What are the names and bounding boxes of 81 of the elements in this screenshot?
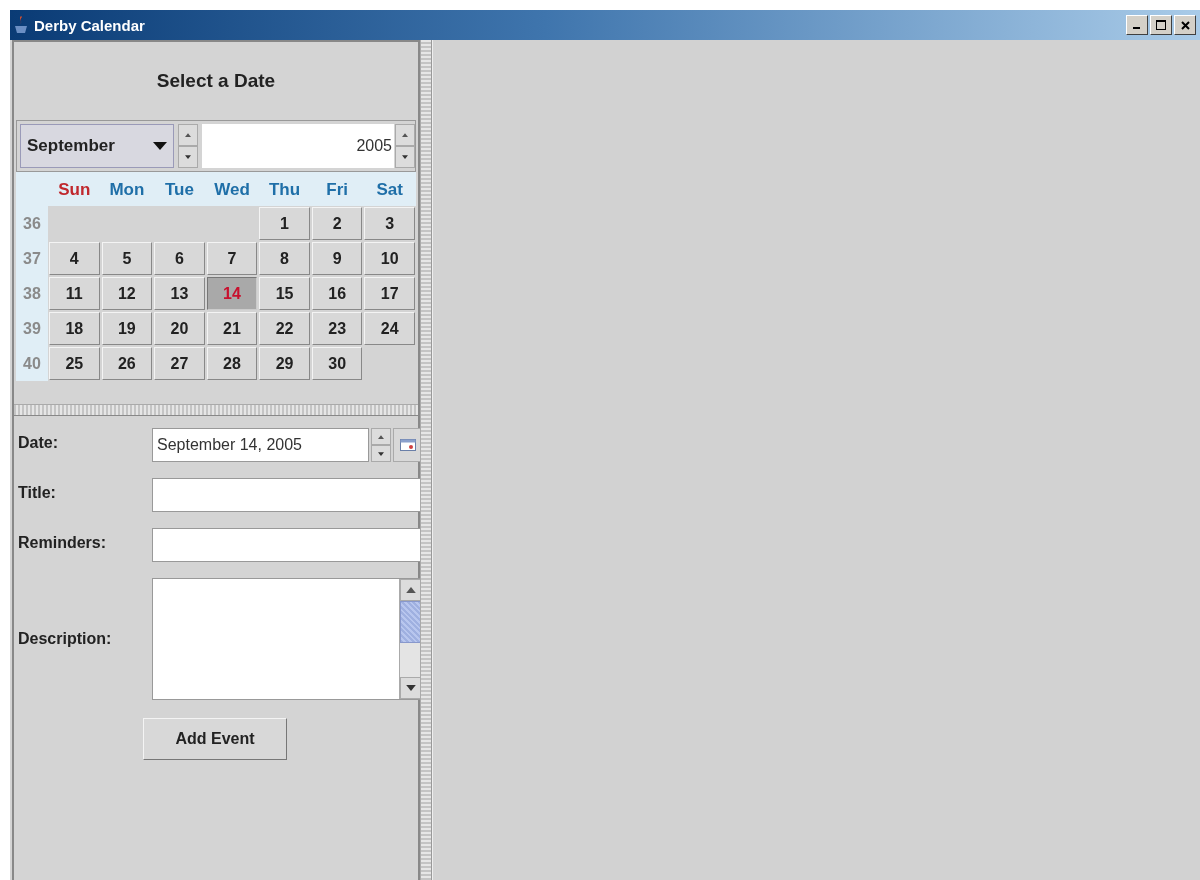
day-button[interactable]: 28 [206,347,258,380]
day-button[interactable]: 4 [49,242,100,275]
description-field[interactable] [152,578,423,700]
text-field[interactable] [152,528,423,562]
close-icon [1180,20,1190,30]
field-label: Reminders: [18,533,108,552]
day-button[interactable]: 7 [206,242,258,275]
field-label: Date: [18,433,59,452]
up-arrow-icon [185,133,191,137]
day-button[interactable]: 27 [154,347,205,380]
day-button[interactable]: 10 [364,242,415,275]
day-button[interactable]: 25 [49,347,100,380]
day-button[interactable]: 20 [154,312,205,345]
day-button[interactable]: 1 [259,207,310,240]
up-arrow-icon [406,587,416,593]
day-button[interactable]: 24 [364,312,415,345]
day-button[interactable]: 3 [364,207,415,240]
text-field[interactable] [152,478,423,512]
day-button[interactable]: 18 [49,312,100,345]
day-button[interactable]: 29 [259,347,310,380]
year-field[interactable]: 2005 [202,124,394,168]
day-button[interactable]: 15 [259,277,310,310]
week-number: 38 [16,276,48,311]
weekday-label: Sun [48,172,101,206]
day-button[interactable]: 5 [101,242,153,275]
maximize-icon [1156,20,1166,30]
caret-icon [153,142,167,150]
spin-down-button[interactable] [178,146,198,168]
day-button[interactable]: 8 [259,242,310,275]
weekday-label: Fri [310,172,364,206]
day-button[interactable]: 26 [101,347,153,380]
day-button[interactable]: 2 [311,207,363,240]
add-event-button[interactable]: Add Event [143,718,287,760]
maximize-button[interactable] [1150,15,1172,35]
day-button[interactable]: 23 [311,312,363,345]
scroll-thumb[interactable] [400,601,422,643]
field-label: Description: [18,630,113,648]
day-button[interactable]: 30 [311,347,363,380]
spin-up-button[interactable] [395,124,415,146]
spin-up-button[interactable] [178,124,198,146]
day-button[interactable]: 21 [206,312,258,345]
day-button[interactable]: 16 [311,277,363,310]
up-arrow-icon [402,133,408,137]
week-number: 36 [16,206,48,241]
weekday-label: Sat [363,172,416,206]
cup-icon [14,16,28,34]
down-arrow-icon [406,685,416,691]
date-field[interactable]: September 14, 2005 [152,428,369,462]
minimize-button[interactable] [1126,15,1148,35]
week-number: 39 [16,311,48,346]
scroll-down-button[interactable] [400,677,422,699]
day-button[interactable]: 11 [49,277,100,310]
spin-up-button[interactable] [371,428,391,445]
field-label: Title: [18,483,57,502]
day-button[interactable]: 13 [154,277,205,310]
spin-down-button[interactable] [371,445,391,462]
window-title: Derby Calendar [34,16,146,34]
day-button[interactable]: 6 [154,242,205,275]
down-arrow-icon [402,155,408,159]
panel-heading: Select a Date [155,69,277,93]
up-arrow-icon [378,434,384,439]
weekday-label: Wed [205,172,259,206]
down-arrow-icon [378,451,384,456]
week-number: 37 [16,241,48,276]
scroll-up-button[interactable] [400,579,422,601]
splitter-bar[interactable] [14,404,418,416]
calendar-icon [400,439,416,451]
week-number: 40 [16,346,48,381]
close-button[interactable] [1174,15,1196,35]
calendar-button[interactable] [393,428,423,462]
day-button[interactable]: 9 [311,242,363,275]
spin-down-button[interactable] [395,146,415,168]
down-arrow-icon [185,155,191,159]
day-button[interactable]: 12 [101,277,153,310]
weekday-label: Mon [100,172,154,206]
month-dropdown[interactable]: September [20,124,174,168]
weekday-label: Thu [258,172,311,206]
day-button[interactable]: 22 [259,312,310,345]
day-button[interactable]: 19 [101,312,153,345]
day-button[interactable]: 17 [364,277,415,310]
weekday-label: Tue [153,172,206,206]
